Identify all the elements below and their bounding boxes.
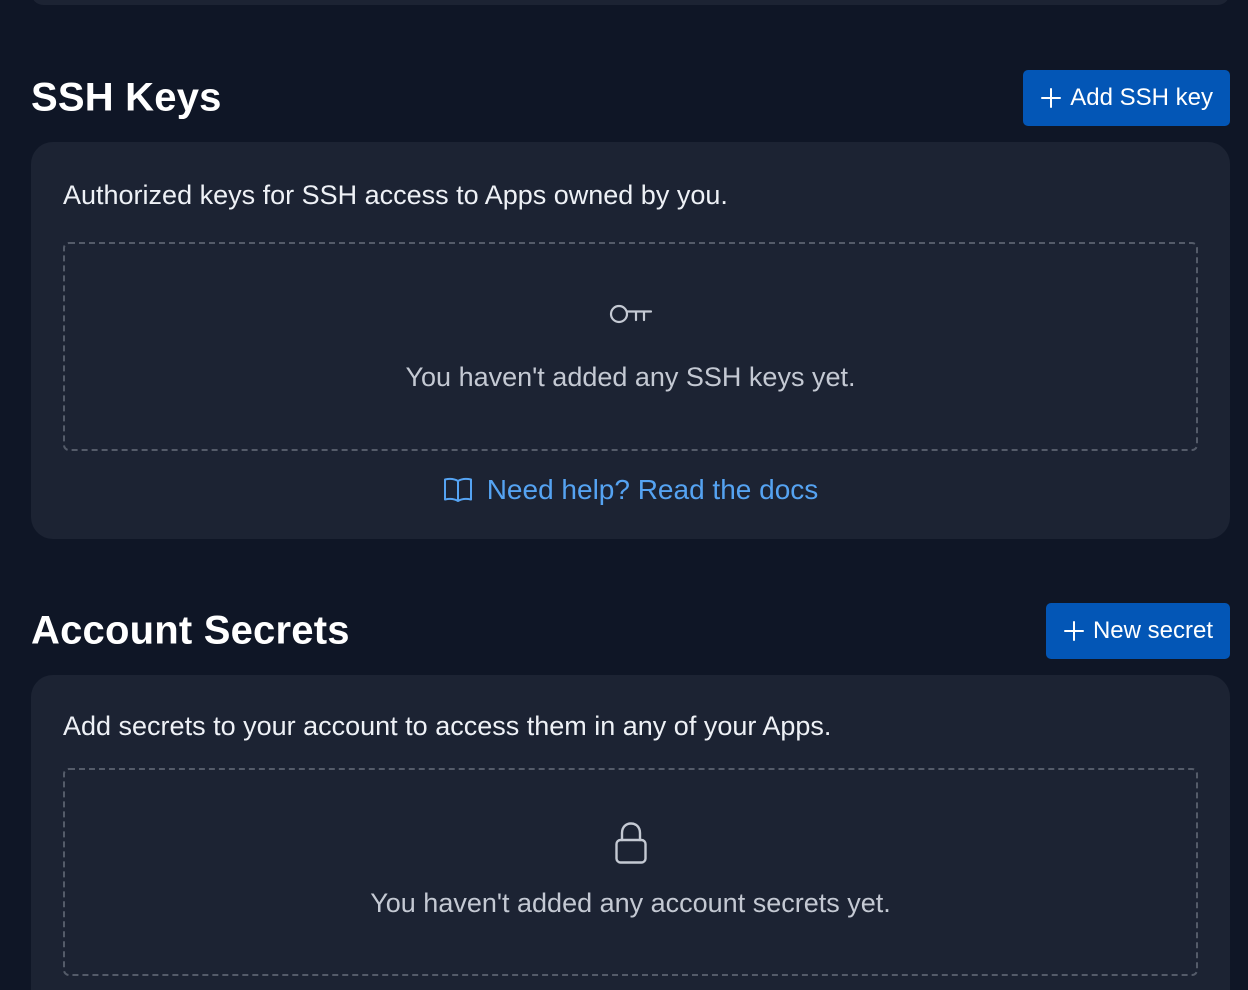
account-secrets-description: Add secrets to your account to access th… bbox=[63, 711, 832, 741]
account-secrets-card: Add secrets to your account to access th… bbox=[31, 675, 1230, 990]
plus-icon bbox=[1063, 621, 1084, 641]
account-secrets-empty-message: You haven't added any account secrets ye… bbox=[370, 888, 891, 918]
book-icon bbox=[443, 477, 472, 502]
add-ssh-key-button[interactable]: Add SSH key bbox=[1023, 70, 1230, 126]
ssh-keys-card: Authorized keys for SSH access to Apps o… bbox=[31, 142, 1230, 539]
key-icon bbox=[609, 304, 652, 324]
account-secrets-header: Account Secrets New secret bbox=[31, 603, 1230, 659]
ssh-keys-header: SSH Keys Add SSH key bbox=[31, 70, 1230, 126]
account-secrets-title: Account Secrets bbox=[31, 608, 350, 653]
account-secrets-empty-state: You haven't added any account secrets ye… bbox=[63, 768, 1198, 976]
ssh-keys-empty-message: You haven't added any SSH keys yet. bbox=[405, 362, 856, 392]
read-docs-link[interactable]: Need help? Read the docs bbox=[31, 474, 1230, 506]
ssh-keys-description: Authorized keys for SSH access to Apps o… bbox=[63, 180, 728, 210]
ssh-keys-title: SSH Keys bbox=[31, 75, 222, 120]
plus-icon bbox=[1041, 88, 1062, 108]
lock-icon bbox=[614, 822, 647, 864]
previous-section-card bbox=[31, 0, 1230, 5]
settings-page: SSH Keys Add SSH key Authorized keys for… bbox=[0, 0, 1248, 990]
new-secret-button-label: New secret bbox=[1092, 617, 1213, 644]
ssh-keys-empty-state: You haven't added any SSH keys yet. bbox=[63, 242, 1198, 451]
new-secret-button[interactable]: New secret bbox=[1045, 603, 1230, 659]
add-ssh-key-button-label: Add SSH key bbox=[1070, 84, 1213, 111]
read-docs-link-label: Need help? Read the docs bbox=[486, 474, 819, 505]
